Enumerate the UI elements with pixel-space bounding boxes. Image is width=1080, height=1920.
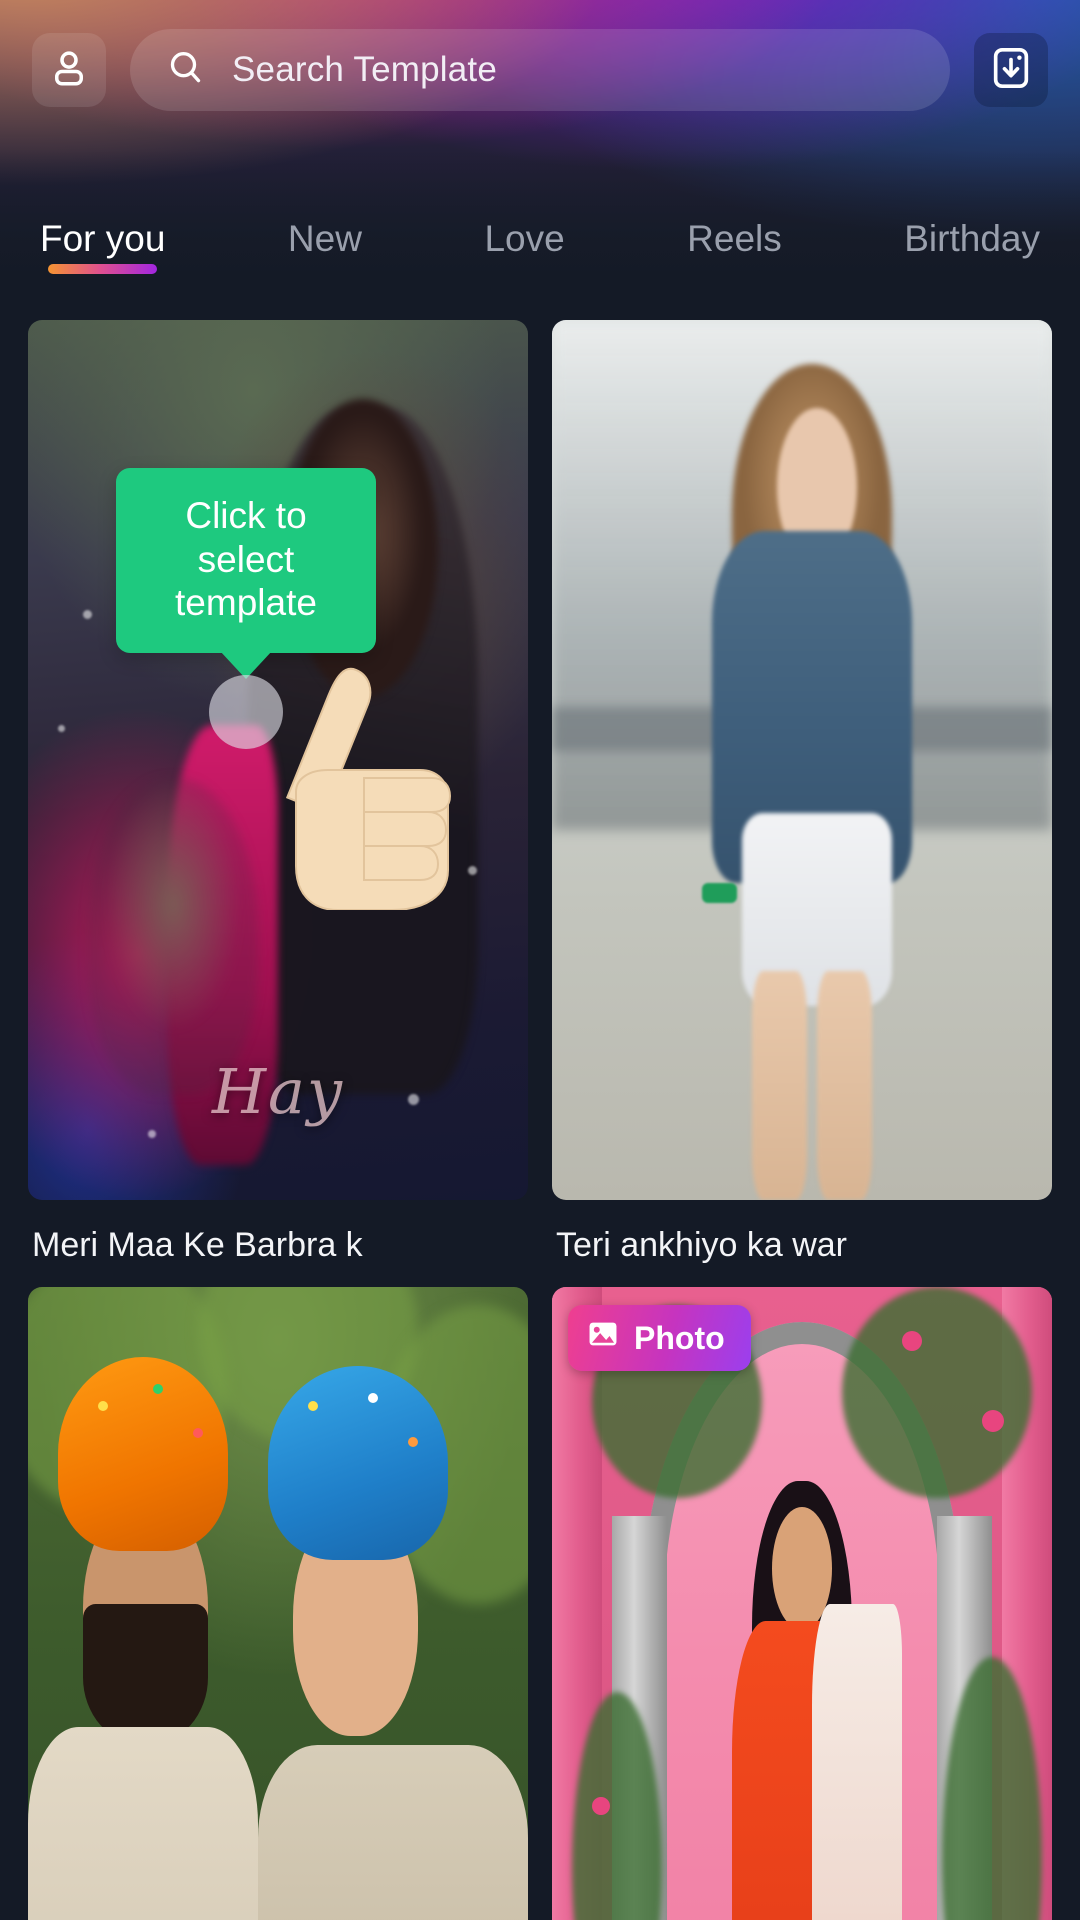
thumb-art-shape — [28, 1727, 258, 1920]
template-card[interactable] — [28, 1287, 528, 1920]
tab-birthday-label: Birthday — [904, 218, 1040, 259]
thumb-art-shape — [58, 1357, 228, 1551]
tab-active-indicator — [48, 264, 158, 274]
thumb-art-shape — [408, 1436, 418, 1447]
sparkle — [468, 865, 477, 875]
pointing-hand-icon — [272, 660, 452, 911]
tab-new[interactable]: New — [288, 218, 362, 278]
download-button[interactable] — [974, 33, 1048, 107]
thumb-art-shape — [153, 1383, 163, 1394]
thumb-art-shape — [193, 1427, 203, 1438]
search-input[interactable]: Search Template — [130, 29, 950, 111]
tab-for-you-label: For you — [40, 218, 166, 259]
thumb-art-shape — [812, 1603, 902, 1920]
thumb-art-shape — [268, 1366, 448, 1560]
thumb-art-shape — [258, 1744, 528, 1920]
tooltip-click-to-select: Click to select template — [116, 468, 376, 679]
template-title: Teri ankhiyo ka war — [556, 1226, 848, 1264]
template-thumbnail[interactable] — [552, 320, 1052, 1200]
thumb-watermark: Hay — [211, 1055, 345, 1128]
tab-love[interactable]: Love — [484, 218, 564, 278]
sparkle — [83, 610, 92, 620]
tab-reels-label: Reels — [687, 218, 782, 259]
tooltip-text: Click to select template — [175, 495, 317, 624]
person-icon — [48, 47, 90, 94]
tab-birthday[interactable]: Birthday — [904, 218, 1040, 278]
tab-reels[interactable]: Reels — [687, 218, 782, 278]
template-title: Meri Maa Ke Barbra k — [32, 1226, 363, 1264]
template-thumbnail[interactable]: Hay Click to select template — [28, 320, 528, 1200]
image-icon — [586, 1317, 620, 1359]
tab-love-label: Love — [484, 218, 565, 259]
thumb-art-shape — [752, 971, 807, 1200]
template-grid: Hay Click to select template Meri Maa Ke… — [0, 320, 1080, 1920]
template-card[interactable]: Teri ankhiyo ka war — [552, 320, 1052, 1265]
search-placeholder-text: Search Template — [232, 50, 498, 89]
thumb-art-shape — [842, 1287, 1032, 1499]
app-root: Search Template For you New Love Reels B… — [0, 0, 1080, 1920]
sparkle — [148, 1129, 156, 1138]
thumb-art-shape — [368, 1392, 378, 1403]
search-icon — [166, 48, 206, 93]
top-bar: Search Template — [0, 0, 1080, 140]
download-icon — [988, 45, 1034, 96]
thumb-art-shape — [702, 883, 737, 903]
template-thumbnail[interactable] — [28, 1287, 528, 1920]
photo-badge-label: Photo — [634, 1319, 725, 1356]
sparkle — [58, 724, 65, 732]
thumb-art-shape — [902, 1331, 922, 1351]
template-thumbnail[interactable]: Photo — [552, 1287, 1052, 1920]
photo-badge: Photo — [568, 1305, 751, 1371]
template-card[interactable]: Hay Click to select template Meri Maa Ke… — [28, 320, 528, 1265]
profile-button[interactable] — [32, 33, 106, 107]
tab-for-you[interactable]: For you — [40, 218, 165, 278]
tab-new-label: New — [287, 218, 362, 259]
thumb-art-shape — [88, 777, 258, 1095]
category-tabs: For you New Love Reels Birthday — [0, 218, 1080, 302]
template-card[interactable]: Photo — [552, 1287, 1052, 1920]
thumb-art-shape — [817, 971, 872, 1200]
thumb-art-shape — [83, 1603, 208, 1745]
